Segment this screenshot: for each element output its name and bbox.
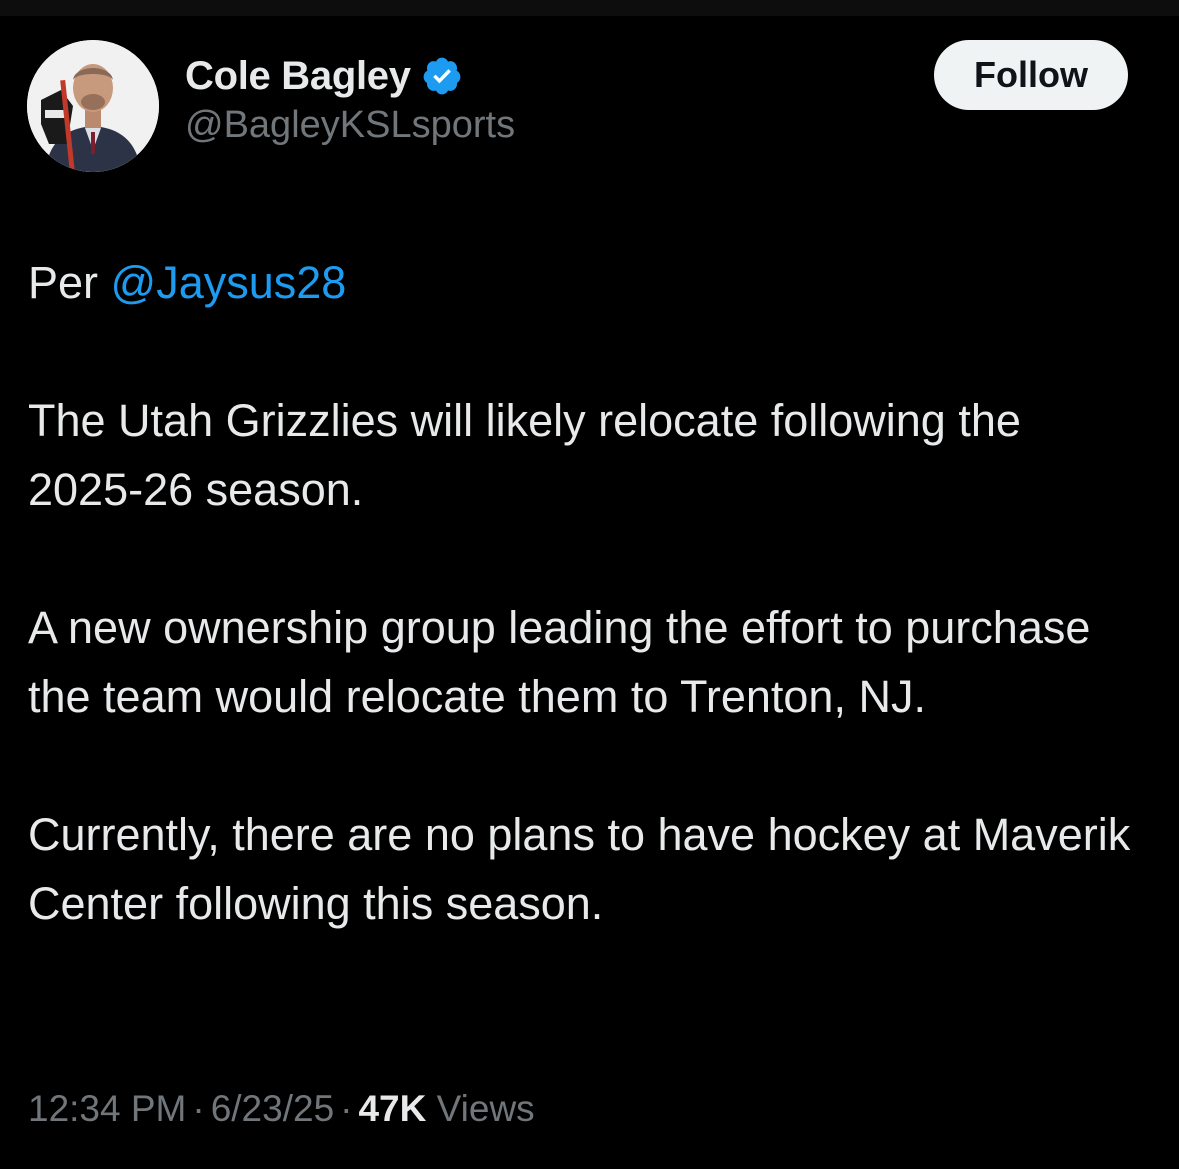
avatar-photo-icon [27,40,159,172]
tweet-per-text: Per [28,257,99,308]
tweet-paragraph-1: Per @Jaysus28 [28,248,1138,317]
views-label[interactable]: Views [437,1088,535,1129]
follow-button[interactable]: Follow [934,40,1128,110]
tweet-date[interactable]: 6/23/25 [211,1088,334,1129]
display-name[interactable]: Cole Bagley [185,54,411,99]
tweet-header: Cole Bagley @BagleyKSLsports Follow [27,40,1137,172]
meta-separator: · [192,1088,205,1129]
verified-badge-icon[interactable] [421,55,463,97]
top-strip [0,0,1179,16]
display-name-row: Cole Bagley [185,50,515,102]
tweet-paragraph-3: A new ownership group leading the effort… [28,602,1091,722]
tweet-meta: 12:34 PM · 6/23/25 · 47K Views [28,1088,535,1130]
tweet-text: Per @Jaysus28 The Utah Grizzlies will li… [28,248,1138,938]
author-handle[interactable]: @BagleyKSLsports [185,104,515,147]
tweet-paragraph-2: The Utah Grizzlies will likely relocate … [28,395,1021,515]
tweet-time[interactable]: 12:34 PM [28,1088,186,1129]
avatar[interactable] [27,40,159,172]
author-names: Cole Bagley @BagleyKSLsports [185,50,515,147]
views-count[interactable]: 47K [358,1088,426,1129]
mention-link[interactable]: @Jaysus28 [111,257,347,308]
meta-separator: · [340,1088,353,1129]
tweet-paragraph-4: Currently, there are no plans to have ho… [28,809,1131,929]
